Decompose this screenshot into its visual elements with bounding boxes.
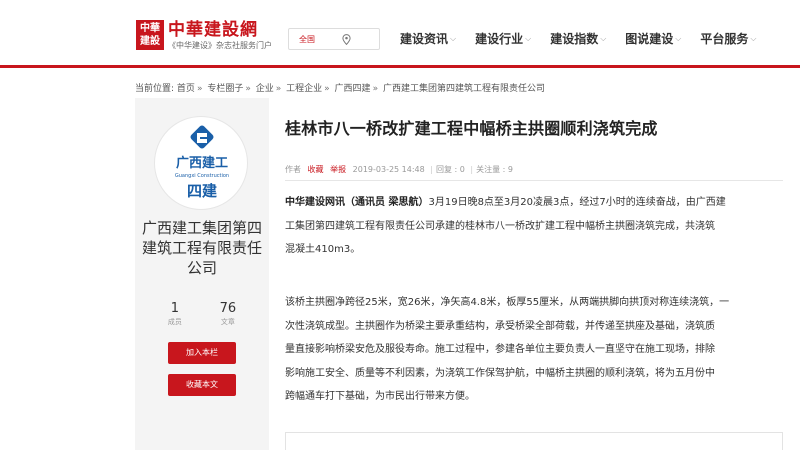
breadcrumb-separator: » bbox=[324, 84, 330, 94]
members-stat: 1 成员 bbox=[168, 301, 182, 327]
logo-title: 中華建設網 bbox=[168, 20, 258, 40]
nav-item-pictures[interactable]: 图说建设 ⌵ bbox=[625, 30, 681, 47]
chevron-down-icon: ⌵ bbox=[525, 33, 532, 43]
members-label: 成员 bbox=[167, 318, 182, 326]
paragraph-line: 该桥主拱圈净跨径25米，宽26米，净矢高4.8米，板厚55厘米，从两端拱脚向拱顶… bbox=[285, 297, 730, 308]
author-label: 作者 bbox=[285, 165, 301, 174]
column-stats: 1 成员 76 文章 bbox=[135, 301, 269, 327]
logo-text-sub: 四建 bbox=[187, 182, 218, 200]
chevron-down-icon: ⌵ bbox=[750, 33, 757, 43]
articles-count: 76 bbox=[219, 301, 237, 316]
breadcrumb-prefix: 当前位置: bbox=[135, 84, 175, 94]
nav-item-index[interactable]: 建设指数 ⌵ bbox=[550, 30, 606, 47]
paragraph-line: 跨幅通车打下基础，为市民出行带来方便。 bbox=[285, 391, 475, 402]
paragraph-line: 混凝土410m3。 bbox=[285, 244, 361, 255]
breadcrumb-item[interactable]: 工程企业 bbox=[286, 84, 322, 94]
logo-text-cn: 广西建工 bbox=[176, 155, 228, 171]
logo-subtitle: 《中华建设》杂志社服务门户 bbox=[168, 41, 272, 50]
logo-seal: 中華 建設 bbox=[136, 20, 164, 50]
article-title: 桂林市八一桥改扩建工程中幅桥主拱圈顺利浇筑完成 bbox=[285, 119, 658, 138]
paragraph-line: 3月19日晚8点至3月20凌晨3点，经过7小时的连续奋战，由广西建 bbox=[428, 197, 726, 208]
company-name[interactable]: 广西建工集团第四建筑工程有限责任公司 bbox=[135, 218, 269, 278]
article-paragraph-2: 该桥主拱圈净跨径25米，宽26米，净矢高4.8米，板厚55厘米，从两端拱脚向拱顶… bbox=[285, 291, 783, 409]
nav-label: 平台服务 bbox=[700, 32, 749, 46]
breadcrumb-item[interactable]: 企业 bbox=[256, 84, 274, 94]
paragraph-line: 影响施工安全、质量等不利因素，为浇筑工作保驾护航，中幅桥主拱圈的顺利浇筑，将为五… bbox=[285, 367, 715, 379]
breadcrumb-item[interactable]: 专栏圈子 bbox=[207, 84, 243, 94]
nav-item-industry[interactable]: 建设行业 ⌵ bbox=[475, 30, 531, 47]
nav-item-services[interactable]: 平台服务 ⌵ bbox=[700, 30, 756, 47]
nav-label: 建设资讯 bbox=[400, 32, 449, 46]
location-pin-icon bbox=[342, 34, 351, 45]
region-selector[interactable]: 全国 bbox=[288, 28, 380, 50]
column-card: 广西建工 Guangxi Construction 四建 广西建工集团第四建筑工… bbox=[135, 98, 269, 450]
nav-label: 图说建设 bbox=[625, 32, 674, 46]
articles-label: 文章 bbox=[220, 318, 235, 326]
chevron-down-icon: ⌵ bbox=[600, 33, 607, 43]
breadcrumb-item[interactable]: 广西四建 bbox=[335, 84, 371, 94]
company-logo-icon: 广西建工 Guangxi Construction 四建 bbox=[175, 125, 229, 200]
breadcrumb-separator: » bbox=[372, 84, 379, 94]
meta-divider bbox=[285, 180, 783, 181]
article-paragraph-1: 中华建设网讯（通讯员 梁思航）3月19日晚8点至3月20凌晨3点，经过7小时的连… bbox=[285, 191, 783, 262]
breadcrumb-item[interactable]: 广西建工集团第四建筑工程有限责任公司 bbox=[383, 84, 545, 94]
article-meta: 作者 收藏 举报 2019-03-25 14:48 | 回复 : 0 | 关注量 :… bbox=[285, 165, 513, 174]
nav-label: 建设行业 bbox=[475, 32, 524, 46]
chevron-down-icon: ⌵ bbox=[675, 33, 682, 43]
paragraph-lead: 中华建设网讯（通讯员 梁思航） bbox=[285, 197, 429, 208]
region-label: 全国 bbox=[299, 34, 315, 44]
members-count: 1 bbox=[170, 301, 179, 316]
report-link[interactable]: 举报 bbox=[330, 165, 346, 174]
paragraph-line: 量直接影响桥梁安危及服役寿命。施工过程中，参建各单位主要负责人一直坚守在施工现场… bbox=[285, 344, 715, 355]
article-header: 桂林市八一桥改扩建工程中幅桥主拱圈顺利浇筑完成 作者 收藏 举报 2019-03… bbox=[285, 118, 785, 174]
favorite-link[interactable]: 收藏 bbox=[308, 165, 324, 174]
company-avatar[interactable]: 广西建工 Guangxi Construction 四建 bbox=[154, 116, 248, 210]
breadcrumb-separator: » bbox=[196, 84, 203, 94]
breadcrumb-separator: » bbox=[275, 84, 282, 94]
paragraph-line: 工集团第四建筑工程有限责任公司承建的桂林市八一桥改扩建工程中幅桥主拱圈浇筑完成，… bbox=[285, 220, 715, 232]
nav-item-news[interactable]: 建设资讯 ⌵ bbox=[400, 30, 456, 47]
main-nav: 建设资讯 ⌵ 建设行业 ⌵ 建设指数 ⌵ 图说建设 ⌵ 平台服务 ⌵ bbox=[400, 30, 775, 47]
logo-text-en: Guangxi Construction bbox=[175, 173, 229, 179]
favorite-article-button[interactable]: 收藏本文 bbox=[168, 374, 236, 396]
join-column-button[interactable]: 加入本栏 bbox=[168, 342, 236, 364]
breadcrumb-separator: » bbox=[245, 84, 251, 94]
site-logo[interactable]: 中華 建設 中華建設網 《中华建设》杂志社服务门户 bbox=[136, 20, 272, 51]
breadcrumb-item[interactable]: 首页 bbox=[177, 84, 195, 94]
reply-count: 回复 : 0 bbox=[435, 165, 465, 174]
publish-date: 2019-03-25 14:48 bbox=[352, 165, 425, 174]
breadcrumb: 当前位置: 首页» 专栏圈子» 企业» 工程企业» 广西四建» 广西建工集团第四… bbox=[135, 81, 545, 94]
site-header: 中華 建設 中華建設網 《中华建设》杂志社服务门户 全国 建设资讯 ⌵ 建设行业 ⌵ … bbox=[0, 0, 800, 68]
articles-stat: 76 文章 bbox=[220, 301, 237, 327]
paragraph-line: 次性浇筑成型。主拱圈作为桥梁主要承重结构，承受桥梁全部荷载，并传递至拱座及基础，… bbox=[285, 320, 715, 332]
nav-label: 建设指数 bbox=[550, 32, 599, 46]
chevron-down-icon: ⌵ bbox=[450, 33, 457, 43]
follow-count: 关注量 : 9 bbox=[476, 165, 513, 174]
content-box-partial bbox=[285, 432, 783, 450]
